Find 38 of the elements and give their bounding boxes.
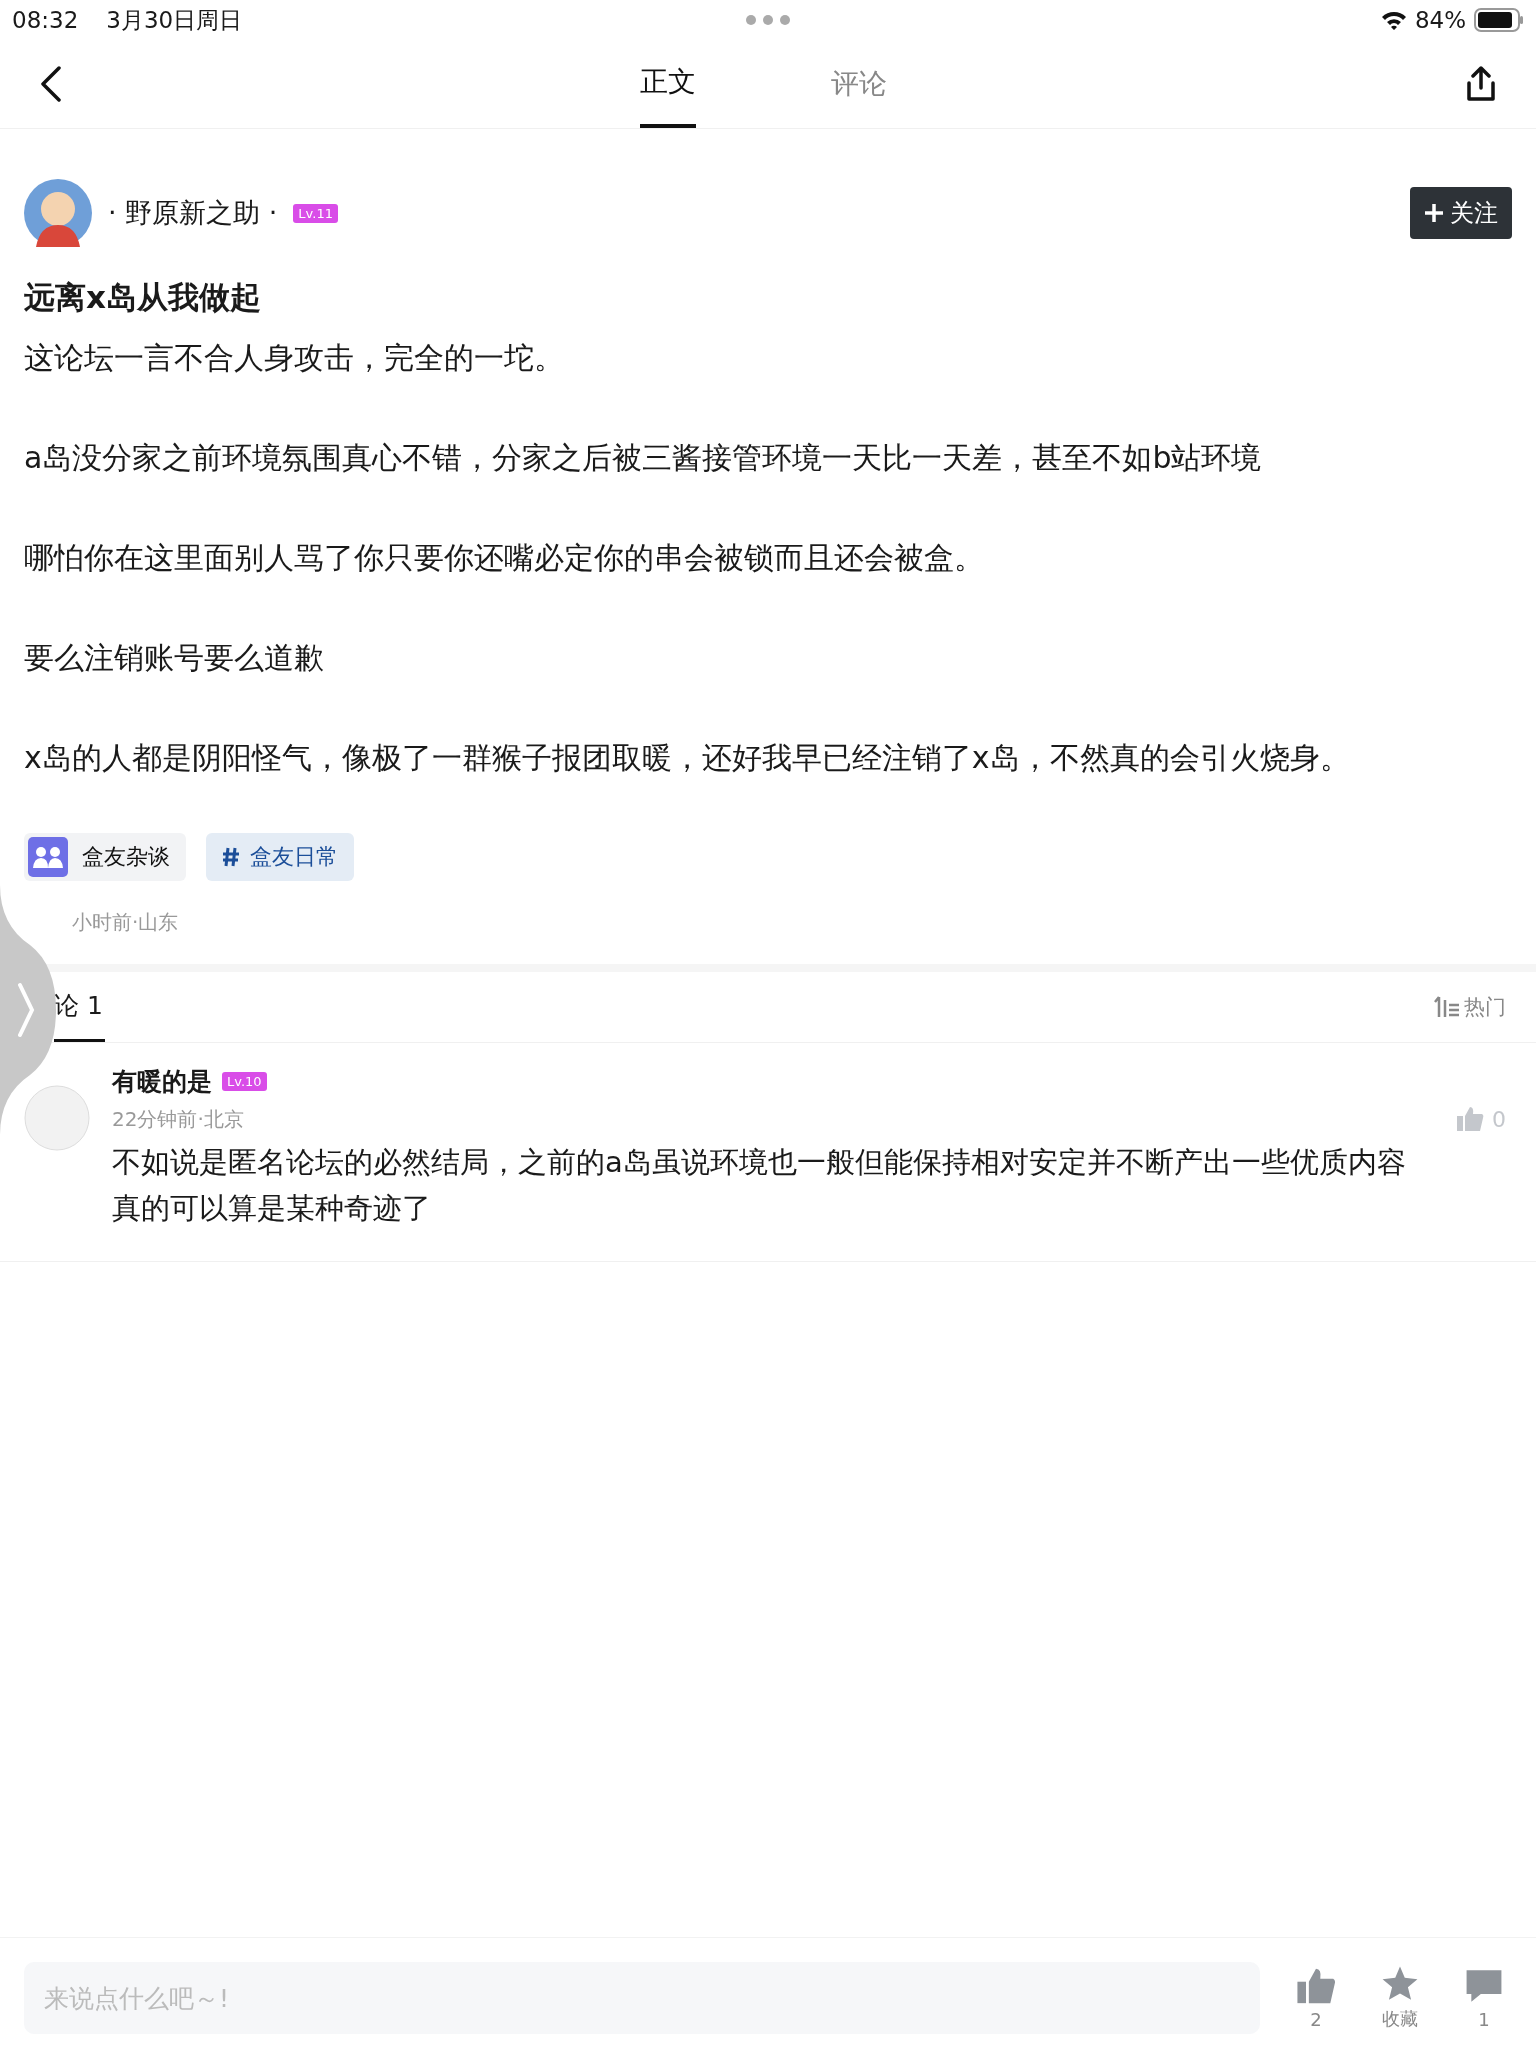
follow-button[interactable]: 关注 [1410,187,1512,239]
post-title: 远离x岛从我做起 [24,278,262,317]
wifi-icon [1380,10,1407,30]
share-icon[interactable] [1466,66,1496,102]
author-name[interactable]: · 野原新之助 · [108,195,278,231]
post-paragraph: 要么注销账号要么道歉 [24,639,325,677]
group-icon [28,837,68,877]
post-paragraph: 这论坛一言不合人身攻击，完全的一坨。 [24,339,565,377]
hash-icon [222,847,240,867]
status-time: 08:32 [12,7,79,33]
battery-icon [1474,8,1524,32]
tab[interactable]: 正文 [640,40,696,128]
post-paragraph: x岛的人都是阴阳怪气，像极了一群猴子报团取暖，还好我早已经注销了x岛，不然真的会引火烧身。 [24,739,1351,777]
plus-icon [1424,203,1444,223]
thumbs-up-icon [1296,1966,1336,2005]
comment-text: 不如说是匿名论坛的必然结局，之前的a岛虽说环境也一般但能保持相对安定并不断产出一些优质内容真的可以算是某种奇迹了 [112,1144,1407,1227]
back-icon[interactable] [40,66,62,102]
comment-button[interactable]: 1 [1456,1966,1512,2030]
sort-icon [1434,996,1460,1018]
commenter-name[interactable]: 有暖的是 [112,1065,212,1098]
tab[interactable]: 评论 [831,40,887,128]
status-date: 3月30日周日 [106,5,243,35]
level-badge: Lv.10 [222,1072,267,1091]
post-paragraph: 哪怕你在这里面别人骂了你只要你还嘴必定你的串会被锁而且还会被盒。 [24,539,985,577]
battery-percent: 84% [1414,7,1466,33]
comment-meta: 22分钟前·北京 [112,1106,245,1133]
post-meta: 小时前·山东 [72,909,180,936]
thumbs-up-icon [1456,1106,1484,1132]
comment-input-field[interactable]: 来说点什么吧～! [24,1962,1260,2034]
post-paragraph: a岛没分家之前环境氛围真心不错，分家之后被三酱接管环境一天比一天差，甚至不如b站环境 [24,439,1263,477]
favorite-button[interactable]: 收藏 [1372,1965,1428,2031]
board-tag[interactable]: 盒友杂谈 [24,833,186,881]
like-button[interactable]: 2 [1288,1966,1344,2030]
avatar[interactable] [24,179,92,247]
more-dots-icon [746,15,790,25]
level-badge: Lv.11 [293,203,338,223]
topic-tag[interactable]: 盒友日常 [206,833,354,881]
sort-button[interactable]: 热门 [1428,992,1512,1022]
